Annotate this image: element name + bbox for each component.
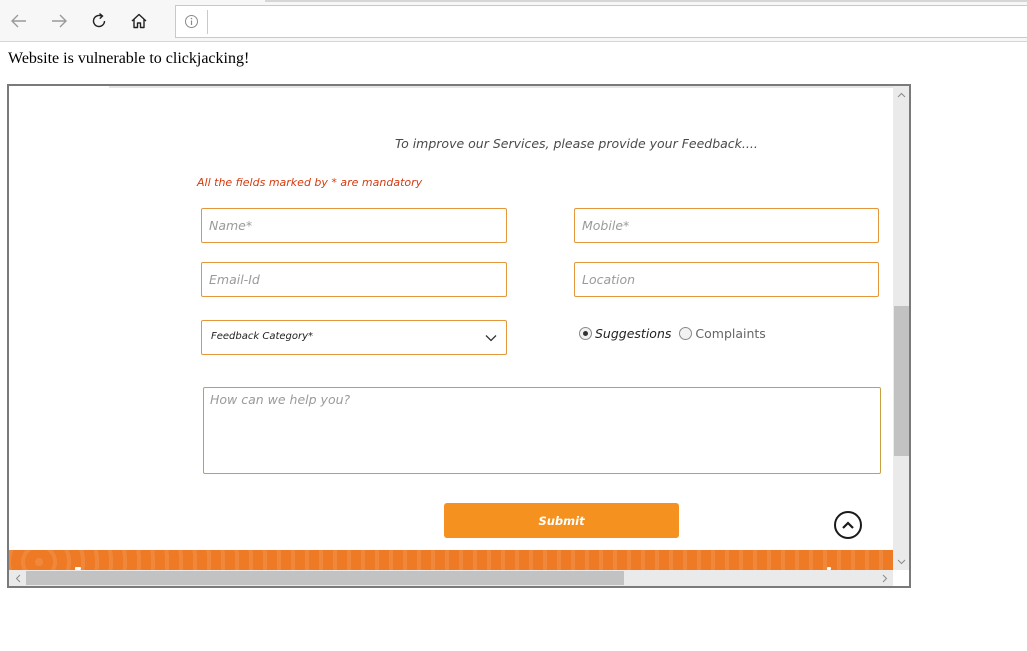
horizontal-scrollbar[interactable] — [9, 570, 893, 586]
vulnerability-message: Website is vulnerable to clickjacking! — [8, 50, 250, 67]
vertical-scroll-thumb[interactable] — [894, 306, 909, 456]
feedback-intro: To improve our Services, please provide … — [395, 136, 758, 151]
footer-pattern — [9, 550, 893, 570]
forward-button[interactable] — [46, 8, 72, 34]
embedded-iframe: To improve our Services, please provide … — [7, 84, 911, 588]
chevron-down-icon — [485, 335, 497, 342]
scroll-left-arrow[interactable] — [9, 570, 26, 586]
chevron-up-icon — [842, 521, 854, 529]
radio-suggestions[interactable] — [579, 327, 592, 340]
scroll-down-icon — [897, 559, 906, 564]
scroll-right-icon — [882, 574, 887, 582]
refresh-icon — [92, 12, 106, 28]
browser-toolbar — [0, 0, 1027, 42]
address-separator — [207, 10, 208, 34]
iframe-viewport: To improve our Services, please provide … — [9, 86, 893, 570]
scrollbar-corner — [893, 570, 909, 586]
info-icon[interactable] — [184, 14, 199, 29]
name-field[interactable] — [201, 208, 507, 243]
address-bar[interactable] — [175, 5, 1027, 38]
location-field[interactable] — [574, 262, 879, 297]
scroll-up-arrow[interactable] — [893, 86, 909, 103]
feedback-type-radio-group: Suggestions Complaints — [579, 326, 766, 341]
radio-complaints[interactable] — [679, 327, 693, 340]
vertical-scrollbar[interactable] — [893, 86, 909, 570]
horizontal-scroll-thumb[interactable] — [26, 571, 624, 585]
mobile-field[interactable] — [574, 208, 879, 243]
mandatory-note: All the fields marked by * are mandatory — [197, 176, 423, 189]
email-field[interactable] — [201, 262, 507, 297]
back-arrow-icon — [11, 14, 26, 28]
scroll-to-top-button[interactable] — [834, 511, 862, 539]
home-button[interactable] — [126, 8, 152, 34]
header-edge — [109, 86, 893, 88]
home-icon — [131, 13, 147, 29]
scroll-right-arrow[interactable] — [876, 570, 893, 586]
footer-band — [9, 550, 893, 570]
refresh-button[interactable] — [86, 8, 112, 34]
tab-strip-edge — [265, 0, 1027, 2]
message-textarea[interactable] — [203, 387, 881, 474]
feedback-category-label: Feedback Category* — [211, 331, 314, 342]
forward-arrow-icon — [52, 14, 67, 28]
scroll-up-icon — [897, 92, 906, 97]
scroll-down-arrow[interactable] — [893, 553, 909, 570]
feedback-category-select[interactable]: Feedback Category* — [201, 320, 507, 355]
radio-suggestions-label[interactable]: Suggestions — [595, 326, 671, 341]
scroll-left-icon — [15, 574, 20, 582]
submit-button[interactable]: Submit — [444, 503, 679, 538]
back-button[interactable] — [6, 8, 32, 34]
radio-complaints-label[interactable]: Complaints — [695, 326, 765, 341]
